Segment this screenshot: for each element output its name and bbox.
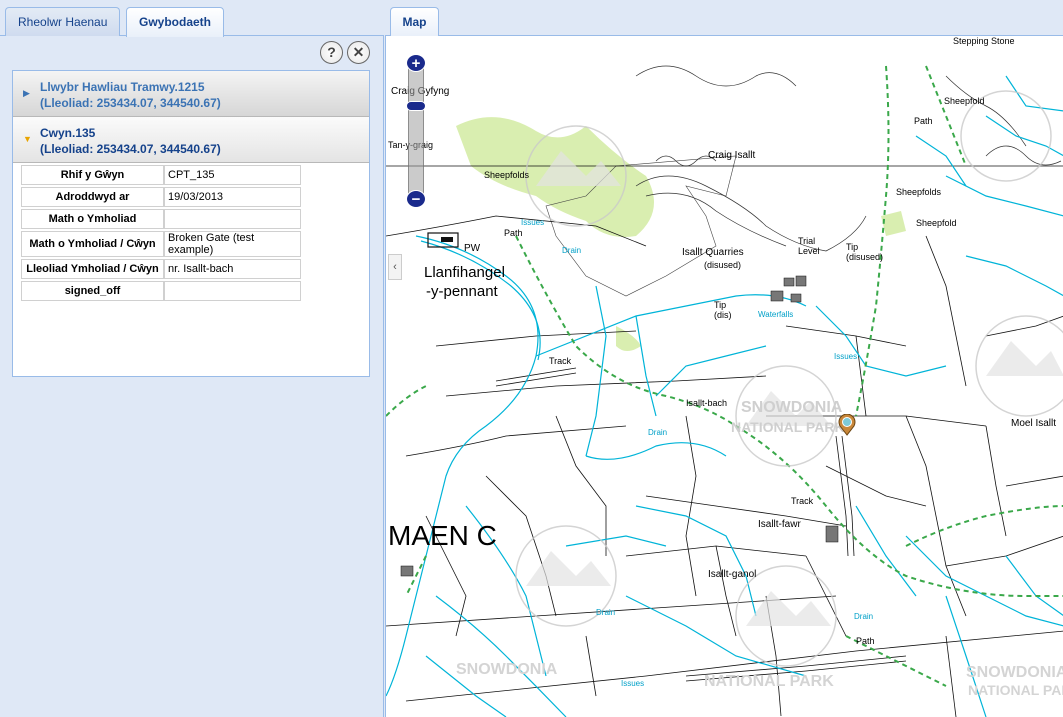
map-label-issues: Issues: [621, 679, 645, 688]
property-key: Math o Ymholiad / Cŵyn: [21, 231, 164, 257]
map-label-pw: PW: [464, 243, 481, 254]
left-tab-bar: Rheolwr Haenau Gwybodaeth: [0, 0, 384, 37]
map-label-path: Path: [856, 636, 875, 646]
map-label-isallt-quarries: Isallt Quarries: [682, 247, 744, 258]
zoom-control: + −: [406, 54, 426, 208]
property-value: [164, 281, 301, 301]
map-label-sheepfolds: Sheepfolds: [896, 187, 942, 197]
accordion-header-rights-of-way[interactable]: ▶ Llwybr Hawliau Tramwy.1215 (Lleoliad: …: [13, 71, 369, 117]
zoom-slider-track[interactable]: [408, 64, 424, 196]
map-label-tip-dis: Tip (dis): [714, 300, 732, 320]
map-label-disused: (disused): [704, 260, 742, 270]
complaint-marker-icon[interactable]: [838, 414, 856, 436]
map-label-isallt-fawr: Isallt-fawr: [758, 519, 801, 530]
map-tab-bar: Map: [385, 0, 1063, 36]
zoom-slider-thumb[interactable]: [406, 101, 426, 111]
map-label-path: Path: [914, 116, 933, 126]
properties-table: Rhif y Gŵyn CPT_135 Adroddwyd ar 19/03/201…: [21, 163, 301, 303]
feature-info-panel: ▶ Llwybr Hawliau Tramwy.1215 (Lleoliad: …: [12, 70, 370, 377]
map-watermark-text: NATIONAL PARK: [731, 419, 845, 435]
property-value: CPT_135: [164, 165, 301, 185]
map-basemap: [386, 65, 1063, 717]
collapse-panel-button[interactable]: ‹: [388, 254, 402, 280]
map-label-stepping-stone: Stepping Stone: [953, 36, 1015, 46]
close-icon[interactable]: ✕: [347, 41, 370, 64]
map-label-sheepfold: Sheepfold: [916, 218, 957, 228]
property-value: [164, 209, 301, 229]
map-watermark-text: NATIONAL PARK: [704, 673, 834, 690]
property-key: Math o Ymholiad: [21, 209, 164, 229]
map-label-drain: Drain: [596, 608, 616, 617]
table-row: Math o Ymholiad / Cŵyn Broken Gate (test …: [21, 231, 301, 257]
map-label-tip-disused: Tip (disused): [846, 242, 884, 262]
map-label-drain: Drain: [854, 612, 874, 621]
map-pin-icon: [838, 414, 856, 436]
table-row: Rhif y Gŵyn CPT_135: [21, 165, 301, 185]
left-panel: Rheolwr Haenau Gwybodaeth ? ✕ ▶ Llwybr H…: [0, 0, 384, 717]
map-label-llanfihangel: Llanfihangel: [424, 264, 505, 281]
chevron-right-icon: ▶: [23, 88, 30, 98]
map-label-issues: Issues: [521, 218, 545, 227]
help-icon[interactable]: ?: [320, 41, 343, 64]
map-label-sheepfolds: Sheepfolds: [484, 170, 530, 180]
property-value: Broken Gate (test example): [164, 231, 301, 257]
table-row: Lleoliad Ymholiad / Cŵyn nr. Isallt-bach: [21, 259, 301, 279]
map-label-issues: Issues: [834, 352, 858, 361]
accordion-title-location: (Lleoliad: 253434.07, 344540.67): [40, 96, 221, 110]
accordion-title: Llwybr Hawliau Tramwy.1215 (Lleoliad: 25…: [40, 79, 221, 111]
accordion-title: Cwyn.135 (Lleoliad: 253434.07, 344540.67…: [40, 125, 221, 157]
map-label-isallt-ganol: Isallt-ganol: [708, 569, 757, 580]
map-label-waterfalls: Waterfalls: [758, 310, 794, 319]
map-watermark-text: SNOWDONIA: [456, 661, 558, 678]
map-watermark-text: SNOWDONIA: [966, 664, 1063, 681]
tab-layer-manager[interactable]: Rheolwr Haenau: [5, 7, 121, 36]
zoom-out-button[interactable]: −: [406, 190, 426, 208]
map-label-craig-isallt: Craig Isallt: [708, 150, 756, 161]
property-key: Adroddwyd ar: [21, 187, 164, 207]
map-label-drain: Drain: [562, 246, 582, 255]
map-canvas[interactable]: Craig Gyfyng Tan-y-graig Craig Isallt Sh…: [385, 36, 1063, 717]
map-panel: Map Craig Gyfyng Craig Isallt Sheepfolds…: [385, 0, 1063, 717]
map-label-maen-c: MAEN C: [388, 520, 497, 551]
map-label-path: Path: [504, 228, 523, 238]
table-row: signed_off: [21, 281, 301, 301]
chevron-down-icon: ▼: [23, 134, 32, 144]
accordion-title-location: (Lleoliad: 253434.07, 344540.67): [40, 142, 221, 156]
property-value: nr. Isallt-bach: [164, 259, 301, 279]
map-label-trial-level: Trial Level: [798, 236, 820, 256]
map-watermark-text: SNOWDONIA: [741, 399, 843, 416]
map-watermark-text: NATIONAL PARK: [968, 682, 1063, 698]
accordion-title-name: Llwybr Hawliau Tramwy.1215: [40, 80, 205, 94]
property-key: Rhif y Gŵyn: [21, 165, 164, 185]
map-label-moel-isallt: Moel Isallt: [1011, 418, 1057, 429]
map-label-sheepfold: Sheepfold: [944, 96, 985, 106]
map-label-track: Track: [549, 356, 572, 366]
map-label-drain: Drain: [648, 428, 668, 437]
tab-information[interactable]: Gwybodaeth: [126, 7, 225, 37]
property-value: 19/03/2013: [164, 187, 301, 207]
accordion-title-name: Cwyn.135: [40, 126, 96, 140]
table-row: Math o Ymholiad: [21, 209, 301, 229]
zoom-in-button[interactable]: +: [406, 54, 426, 72]
accordion-header-complaint[interactable]: ▼ Cwyn.135 (Lleoliad: 253434.07, 344540.…: [13, 117, 369, 163]
table-row: Adroddwyd ar 19/03/2013: [21, 187, 301, 207]
map-label-track: Track: [791, 496, 814, 506]
property-key: signed_off: [21, 281, 164, 301]
map-label-isallt-bach: Isallt-bach: [686, 398, 728, 408]
map-label-y-pennant: -y-pennant: [426, 283, 498, 300]
tab-map[interactable]: Map: [390, 7, 439, 36]
property-key: Lleoliad Ymholiad / Cŵyn: [21, 259, 164, 279]
